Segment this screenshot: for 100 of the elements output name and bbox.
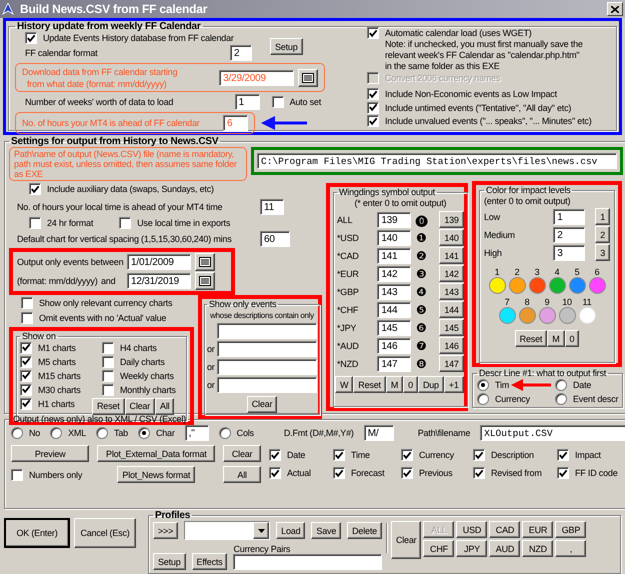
symbol-tool-button[interactable]: W (335, 376, 354, 393)
input-field[interactable]: 11 (260, 198, 284, 214)
input-field[interactable]: 2 (230, 45, 252, 61)
input-field[interactable]: 146 (377, 338, 412, 354)
symbol-glyph: ❹ (415, 284, 428, 298)
input-field[interactable]: 1/01/2009 (127, 254, 191, 270)
symbol-tool-button[interactable]: 0 (403, 376, 418, 393)
symbol-button[interactable]: 142 (439, 265, 464, 282)
effects-button[interactable]: Effects (192, 553, 228, 570)
symbol-button[interactable]: 144 (439, 301, 464, 318)
input-field[interactable]: 141 (377, 248, 412, 264)
checkbox-label: Include Non-Economic events as Low Impact (385, 89, 557, 99)
input-field[interactable]: XLOutput.CSV (480, 425, 625, 441)
chart-button[interactable]: All (155, 398, 174, 414)
label: No. of hours your local time is ahead of your MT4 time (17, 202, 222, 212)
input-field[interactable]: ," (184, 425, 209, 441)
delete-button[interactable]: Delete (347, 522, 382, 539)
checkbox-label: M5 charts (38, 356, 76, 366)
input-field[interactable]: 1 (553, 208, 586, 224)
input-field[interactable]: M/ (364, 425, 394, 441)
label: Currency Pairs (233, 544, 292, 554)
currency-button[interactable]: GBP (555, 521, 586, 538)
currency-button[interactable]: CHF (423, 540, 454, 557)
symbol-button[interactable]: 140 (439, 229, 464, 246)
symbol-button[interactable]: 139 (439, 211, 464, 228)
input-field[interactable]: 139 (377, 212, 412, 228)
group-title: Color for impact levels (486, 185, 570, 195)
symbol-button[interactable]: 147 (439, 355, 464, 372)
plot-button[interactable]: Plot_External_Data format (97, 445, 216, 462)
radio-label: Char (156, 428, 175, 438)
input-field[interactable]: 60 (260, 230, 290, 246)
input-field[interactable]: C:\Program Files\MIG Trading Station\experts\files\news.csv (257, 153, 617, 169)
load-button[interactable]: Load (276, 522, 306, 539)
input-field[interactable]: 3 (553, 244, 586, 260)
checkbox-label: Include auxiliary data (swaps, Sundays, etc) (47, 184, 214, 194)
ok-button[interactable]: OK (Enter) (4, 518, 70, 548)
setup-button[interactable]: Setup (270, 38, 303, 55)
setup-button[interactable]: Setup (153, 553, 186, 570)
currency-label: *CAD (337, 250, 359, 260)
currency-button[interactable]: CAD (489, 521, 520, 538)
chart-button[interactable]: Reset (92, 398, 125, 414)
expand-button[interactable]: >>> (153, 522, 178, 539)
note-text: in the same folder as this EXE (385, 61, 500, 71)
checkbox-label: Forecast (351, 468, 384, 478)
currency-button[interactable]: AUD (489, 540, 520, 557)
symbol-button[interactable]: 143 (439, 283, 464, 300)
input-field[interactable]: 2 (553, 226, 586, 242)
clear-button[interactable]: Clear (390, 521, 422, 559)
currency-button[interactable]: EUR (522, 521, 554, 538)
chart-button[interactable]: Clear (124, 398, 156, 414)
plot-button[interactable]: Plot_News format (117, 466, 196, 483)
symbol-tool-button[interactable]: +1 (444, 376, 464, 393)
currency-label: *GBP (337, 286, 359, 296)
input-field[interactable]: 147 (377, 356, 412, 372)
input-field[interactable]: 142 (377, 266, 412, 282)
checkbox-label: 24 hr format (47, 218, 94, 228)
checkbox-label: Daily charts (120, 356, 165, 366)
checkbox-label: Date (287, 450, 306, 460)
symbol-button[interactable]: 145 (439, 319, 464, 336)
clear-button[interactable]: Clear (246, 396, 278, 412)
label: (format: mm/dd/yyyy) (17, 276, 98, 286)
swatch-number: 4 (554, 267, 560, 277)
cancel-button[interactable]: Cancel (Esc) (74, 518, 136, 548)
currency-label: *EUR (337, 268, 359, 278)
symbol-button[interactable]: 141 (439, 247, 464, 264)
field-label: No. of hours your MT4 is ahead of FF calendar (22, 118, 200, 128)
checkbox-label: M15 charts (38, 370, 81, 380)
level-button[interactable]: 3 (595, 244, 610, 261)
all-button[interactable]: All (223, 466, 261, 483)
radio-label: Event descr (573, 394, 618, 404)
currency-button[interactable]: USD (456, 521, 488, 538)
symbol-tool-button[interactable]: Dup (418, 376, 444, 393)
input-field[interactable]: 12/31/2019 (127, 272, 191, 288)
checkbox-label: Description (491, 450, 534, 460)
color-tool-button[interactable]: 0 (564, 330, 580, 347)
color-tool-button[interactable]: Reset (514, 330, 548, 347)
clear-button[interactable]: Clear (223, 445, 261, 462)
save-button[interactable]: Save (311, 522, 342, 539)
symbol-button[interactable]: 146 (439, 337, 464, 354)
checkbox-label: M30 charts (38, 384, 81, 394)
checkbox-label: Currency (419, 450, 454, 460)
level-button[interactable]: 1 (595, 208, 610, 225)
currency-button[interactable]: , (555, 540, 586, 557)
symbol-glyph: ❺ (415, 302, 428, 316)
symbol-tool-button[interactable]: M (386, 376, 404, 393)
swatch-number: 5 (574, 267, 580, 277)
symbol-tool-button[interactable]: Reset (353, 376, 386, 393)
radio-label: Cols (236, 428, 254, 438)
checkbox-label: Previous (419, 468, 452, 478)
input-field[interactable]: 1 (234, 94, 260, 110)
input-field[interactable]: 145 (377, 320, 412, 336)
currency-button[interactable]: NZD (522, 540, 554, 557)
input-field[interactable]: 144 (377, 302, 412, 318)
preview-button[interactable]: Preview (11, 445, 90, 462)
swatch-number: 9 (544, 297, 550, 307)
input-field[interactable]: 143 (377, 284, 412, 300)
color-tool-button[interactable]: M (547, 330, 564, 347)
level-button[interactable]: 2 (595, 226, 610, 243)
currency-button[interactable]: JPY (456, 540, 488, 557)
input-field[interactable]: 140 (377, 230, 412, 246)
